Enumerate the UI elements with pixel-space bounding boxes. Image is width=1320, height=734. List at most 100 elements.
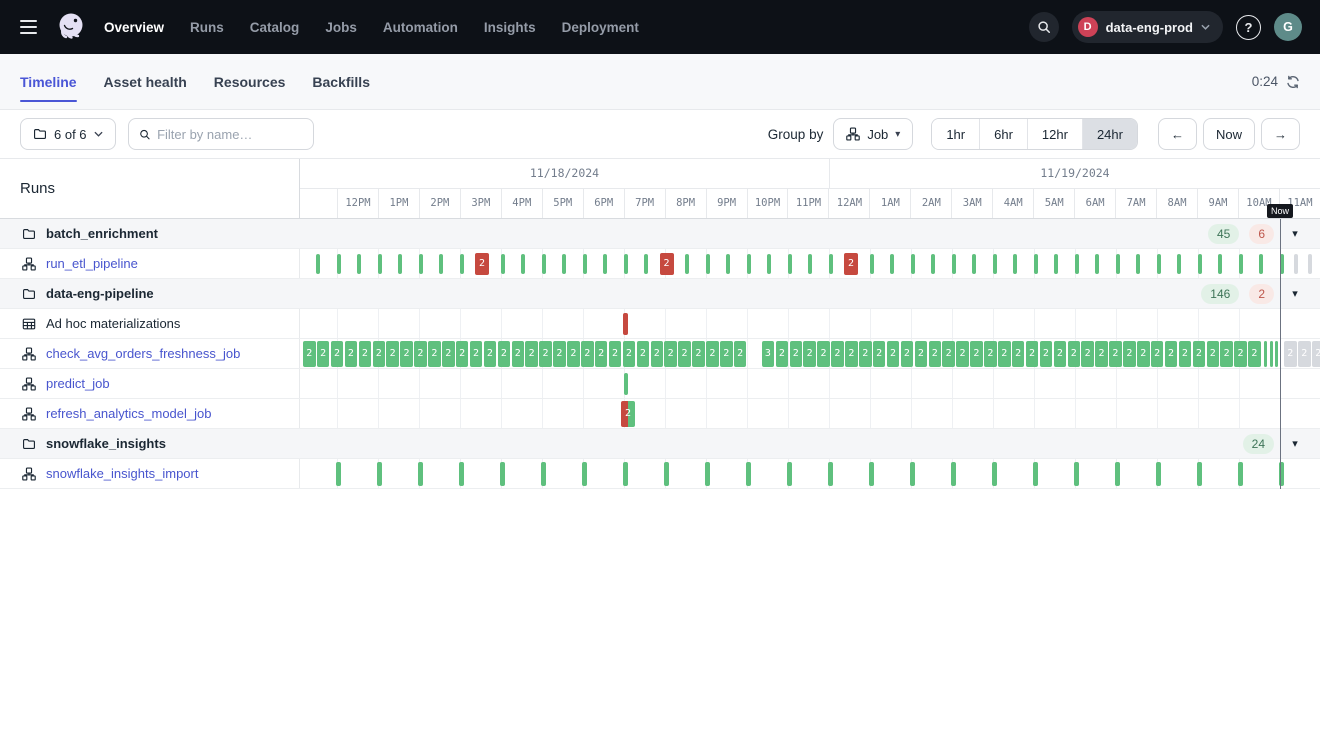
nav-item-automation[interactable]: Automation <box>383 20 458 35</box>
run-mark-success[interactable] <box>992 462 997 486</box>
run-mark-success[interactable]: 2 <box>1137 341 1150 367</box>
run-mark-success[interactable] <box>603 254 607 274</box>
run-mark-success[interactable]: 2 <box>609 341 622 367</box>
run-mark-success[interactable]: 2 <box>915 341 928 367</box>
run-mark-success[interactable] <box>336 462 341 486</box>
run-mark-success[interactable]: 2 <box>525 341 538 367</box>
run-mark-success[interactable] <box>767 254 771 274</box>
run-mark-success[interactable]: 2 <box>1109 341 1122 367</box>
deployment-switcher[interactable]: D data-eng-prod <box>1072 11 1223 43</box>
run-mark-success[interactable] <box>583 254 587 274</box>
run-mark-success[interactable] <box>500 462 505 486</box>
run-mark-success[interactable] <box>623 462 628 486</box>
run-mark-success[interactable] <box>952 254 956 274</box>
run-mark-success[interactable]: 2 <box>442 341 455 367</box>
run-mark-success[interactable]: 2 <box>998 341 1011 367</box>
run-mark-success[interactable]: 2 <box>1040 341 1053 367</box>
nav-item-overview[interactable]: Overview <box>104 20 164 35</box>
run-mark-success[interactable] <box>521 254 525 274</box>
run-mark-success[interactable]: 2 <box>706 341 719 367</box>
run-mark-success[interactable]: 2 <box>484 341 497 367</box>
run-mark-success[interactable] <box>644 254 648 274</box>
job-name-link[interactable]: predict_job <box>46 376 110 391</box>
run-mark-success[interactable]: 2 <box>817 341 830 367</box>
run-mark-failure[interactable] <box>623 313 628 335</box>
run-mark-success[interactable]: 2 <box>831 341 844 367</box>
run-mark-success[interactable]: 2 <box>331 341 344 367</box>
job-name-link[interactable]: refresh_analytics_model_job <box>46 406 211 421</box>
run-mark-success[interactable] <box>1013 254 1017 274</box>
run-mark-success[interactable]: 2 <box>859 341 872 367</box>
job-name-link[interactable]: run_etl_pipeline <box>46 256 138 271</box>
run-mark-success[interactable] <box>787 462 792 486</box>
run-mark-success[interactable] <box>316 254 320 274</box>
collapse-caret-icon[interactable]: ▾ <box>1284 287 1306 300</box>
run-mark-success[interactable]: 2 <box>637 341 650 367</box>
run-mark-success[interactable] <box>829 254 833 274</box>
run-mark-success[interactable]: 2 <box>623 341 636 367</box>
run-mark-success[interactable]: 2 <box>790 341 803 367</box>
run-mark-success[interactable]: 2 <box>901 341 914 367</box>
run-mark-success[interactable] <box>1136 254 1140 274</box>
run-mark-success[interactable]: 2 <box>692 341 705 367</box>
collapse-caret-icon[interactable]: ▾ <box>1284 227 1306 240</box>
run-mark-success[interactable]: 2 <box>1095 341 1108 367</box>
search-button[interactable] <box>1029 12 1059 42</box>
run-mark-success[interactable]: 2 <box>984 341 997 367</box>
run-mark-success[interactable]: 2 <box>456 341 469 367</box>
run-mark-success[interactable] <box>1239 254 1243 274</box>
run-mark-success[interactable]: 2 <box>1151 341 1164 367</box>
tab-resources[interactable]: Resources <box>214 54 286 109</box>
repo-filter-button[interactable]: 6 of 6 <box>20 118 116 150</box>
run-mark-success[interactable] <box>1270 341 1273 367</box>
run-mark-success[interactable] <box>746 462 751 486</box>
run-mark-success[interactable] <box>1156 462 1161 486</box>
run-mark-success[interactable]: 2 <box>1220 341 1233 367</box>
run-mark-success[interactable] <box>1115 462 1120 486</box>
run-mark-success[interactable] <box>788 254 792 274</box>
run-mark-success[interactable]: 2 <box>845 341 858 367</box>
run-mark-success[interactable] <box>1198 254 1202 274</box>
run-mark-success[interactable] <box>1074 462 1079 486</box>
run-mark-future[interactable] <box>1294 254 1298 274</box>
run-mark-success[interactable] <box>747 254 751 274</box>
run-mark-success[interactable] <box>869 462 874 486</box>
run-mark-success[interactable] <box>706 254 710 274</box>
refresh-icon[interactable] <box>1286 75 1300 89</box>
run-mark-success[interactable] <box>911 254 915 274</box>
run-mark-success[interactable] <box>418 462 423 486</box>
range-24hr[interactable]: 24hr <box>1082 119 1137 149</box>
job-name-link[interactable]: snowflake_insights_import <box>46 466 198 481</box>
run-mark-success[interactable] <box>459 462 464 486</box>
run-mark-success[interactable]: 2 <box>373 341 386 367</box>
run-mark-success[interactable]: 2 <box>400 341 413 367</box>
run-mark-success[interactable] <box>541 462 546 486</box>
run-mark-failure[interactable]: 2 <box>475 253 489 275</box>
run-mark-success[interactable]: 2 <box>956 341 969 367</box>
timeline-next-button[interactable]: → <box>1261 118 1300 150</box>
run-mark-success[interactable] <box>726 254 730 274</box>
run-mark-mixed[interactable]: 2 <box>621 401 635 427</box>
run-mark-success[interactable] <box>419 254 423 274</box>
nav-item-insights[interactable]: Insights <box>484 20 536 35</box>
nav-item-runs[interactable]: Runs <box>190 20 224 35</box>
run-mark-success[interactable] <box>1095 254 1099 274</box>
run-mark-success[interactable]: 2 <box>386 341 399 367</box>
run-mark-success[interactable]: 2 <box>651 341 664 367</box>
timeline-prev-button[interactable]: ← <box>1158 118 1197 150</box>
run-mark-success[interactable] <box>910 462 915 486</box>
run-mark-success[interactable]: 2 <box>1165 341 1178 367</box>
run-mark-success[interactable]: 2 <box>1193 341 1206 367</box>
run-mark-success[interactable] <box>1034 254 1038 274</box>
run-mark-failure[interactable]: 2 <box>844 253 858 275</box>
run-mark-success[interactable]: 2 <box>942 341 955 367</box>
run-mark-success[interactable] <box>951 462 956 486</box>
run-mark-success[interactable]: 2 <box>734 341 747 367</box>
run-mark-success[interactable] <box>1197 462 1202 486</box>
run-mark-success[interactable]: 2 <box>873 341 886 367</box>
run-mark-success[interactable]: 2 <box>428 341 441 367</box>
collapse-caret-icon[interactable]: ▾ <box>1284 437 1306 450</box>
run-mark-success[interactable] <box>685 254 689 274</box>
run-mark-future[interactable]: 2 <box>1284 341 1297 367</box>
run-mark-success[interactable]: 2 <box>887 341 900 367</box>
